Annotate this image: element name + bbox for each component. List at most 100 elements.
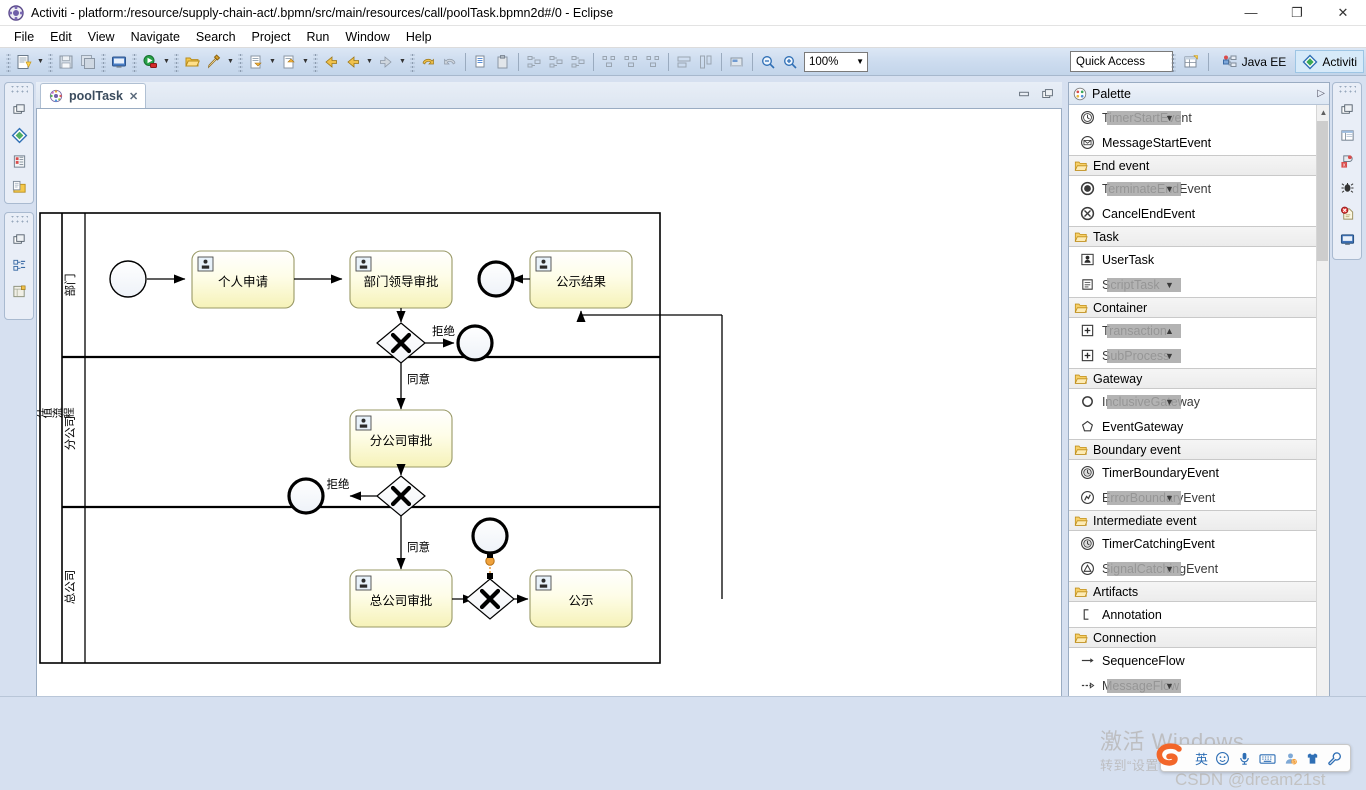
menu-navigate[interactable]: Navigate xyxy=(123,28,188,46)
menu-file[interactable]: File xyxy=(6,28,42,46)
palette-item-timerstartevent[interactable]: TimerStartEvent ▼ xyxy=(1069,105,1329,130)
toolbar-grip-3[interactable] xyxy=(101,52,106,72)
palette-scroll-thumb[interactable] xyxy=(1317,121,1328,261)
palette-category-task[interactable]: Task ◈ xyxy=(1069,226,1329,247)
palette-category-connection[interactable]: Connection ◈ xyxy=(1069,627,1329,648)
palette-item-errorboundaryevent[interactable]: ErrorBoundaryEvent ▼ xyxy=(1069,485,1329,510)
export-image-button[interactable] xyxy=(726,51,748,73)
toolbar-grip-4[interactable] xyxy=(132,52,137,72)
restore-left-top-button[interactable] xyxy=(5,96,33,122)
zoom-out-button[interactable] xyxy=(757,51,779,73)
chevron-down-icon[interactable]: ▼ xyxy=(1165,397,1174,407)
align-center-button[interactable] xyxy=(545,51,567,73)
palette-item-terminateendevent[interactable]: TerminateEndEvent ▼ xyxy=(1069,176,1329,201)
chevron-down-icon[interactable]: ▼ xyxy=(1165,113,1174,123)
fastview-grip-left-bottom[interactable] xyxy=(10,216,28,225)
perspective-activiti[interactable]: Activiti xyxy=(1295,50,1364,73)
chevron-down-icon[interactable]: ▼ xyxy=(1165,280,1174,290)
fastview-console-icon[interactable] xyxy=(1333,226,1361,252)
palette-item-eventgateway[interactable]: EventGateway xyxy=(1069,414,1329,439)
menu-run[interactable]: Run xyxy=(298,28,337,46)
palette-item-timerboundaryevent[interactable]: TimerBoundaryEvent xyxy=(1069,460,1329,485)
undo-button[interactable] xyxy=(417,51,439,73)
chevron-down-icon[interactable]: ▼ xyxy=(1165,564,1174,574)
end-event-selected[interactable] xyxy=(473,519,507,553)
exclusive-gateway-3[interactable] xyxy=(466,579,514,619)
fastview-outline-icon[interactable] xyxy=(5,252,33,278)
forward-history-button[interactable] xyxy=(375,51,397,73)
toolbar-grip-8[interactable] xyxy=(410,52,415,72)
selection-handle-top[interactable] xyxy=(487,552,493,558)
palette-category-intermediate-event[interactable]: Intermediate event ◈ xyxy=(1069,510,1329,531)
chevron-up-icon[interactable]: ▲ xyxy=(1165,326,1174,336)
paste-button[interactable] xyxy=(492,51,514,73)
selection-handle-mid[interactable] xyxy=(486,557,494,565)
fastview-properties-icon[interactable] xyxy=(5,278,33,304)
palette-category-boundary-event[interactable]: Boundary event ◈ xyxy=(1069,439,1329,460)
palette-category-end-event[interactable]: End event ◈ xyxy=(1069,155,1329,176)
palette-category-container[interactable]: Container ◈ xyxy=(1069,297,1329,318)
match-width-button[interactable] xyxy=(673,51,695,73)
end-event-final[interactable] xyxy=(479,262,513,296)
ime-mode-label[interactable]: 英 xyxy=(1195,749,1208,768)
align-right-button[interactable] xyxy=(567,51,589,73)
menu-project[interactable]: Project xyxy=(244,28,299,46)
toolbar-grip-2[interactable] xyxy=(48,52,53,72)
maximize-button[interactable]: ❐ xyxy=(1274,0,1320,26)
copy-button[interactable] xyxy=(470,51,492,73)
task-publish-result[interactable]: 公示结果 xyxy=(530,251,632,308)
palette-expand-icon[interactable]: ▷ xyxy=(1317,88,1325,99)
fastview-outline-view-icon[interactable] xyxy=(1333,122,1361,148)
task-individual-application[interactable]: 个人申请 xyxy=(192,251,294,308)
palette-item-messageflow[interactable]: MessageFlow ▼ xyxy=(1069,673,1329,698)
palette-item-transaction[interactable]: Transaction ▲ xyxy=(1069,318,1329,343)
open-console-button[interactable] xyxy=(108,51,130,73)
fastview-activiti-diagram-icon[interactable] xyxy=(5,122,33,148)
align-bottom-button[interactable] xyxy=(642,51,664,73)
open-perspective-button[interactable] xyxy=(1180,51,1202,73)
fastview-grip-left-top[interactable] xyxy=(10,86,28,95)
editor-minimize-button[interactable] xyxy=(1014,84,1034,103)
toolbar-grip[interactable] xyxy=(6,52,11,72)
user-icon[interactable]: 17 xyxy=(1283,751,1298,766)
palette-category-gateway[interactable]: Gateway ◈ xyxy=(1069,368,1329,389)
microphone-icon[interactable] xyxy=(1237,751,1252,766)
palette-item-messagestartevent[interactable]: MessageStartEvent xyxy=(1069,130,1329,155)
chevron-down-icon[interactable]: ▼ xyxy=(1165,351,1174,361)
palette-category-artifacts[interactable]: Artifacts ◈ xyxy=(1069,581,1329,602)
menu-edit[interactable]: Edit xyxy=(42,28,80,46)
next-annotation-button[interactable] xyxy=(245,51,267,73)
next-annotation-dropdown[interactable]: ▼ xyxy=(267,51,278,73)
editor-tab-pooltask[interactable]: poolTask ✕ xyxy=(40,83,146,108)
palette-item-inclusivegateway[interactable]: InclusiveGateway ▼ xyxy=(1069,389,1329,414)
task-publish[interactable]: 公示 xyxy=(530,570,632,627)
zoom-in-button[interactable] xyxy=(779,51,801,73)
prev-annotation-button[interactable] xyxy=(278,51,300,73)
fastview-servers-icon[interactable] xyxy=(5,148,33,174)
chevron-down-icon[interactable]: ▼ xyxy=(1165,184,1174,194)
wrench-icon[interactable] xyxy=(1327,751,1342,766)
keyboard-icon[interactable] xyxy=(1259,751,1276,766)
menu-view[interactable]: View xyxy=(80,28,123,46)
chevron-down-icon[interactable]: ▼ xyxy=(1165,681,1174,691)
fastview-error-log-icon[interactable] xyxy=(1333,200,1361,226)
fastview-debug-icon[interactable] xyxy=(1333,174,1361,200)
align-top-button[interactable] xyxy=(598,51,620,73)
open-type-button[interactable] xyxy=(181,51,203,73)
redo-button[interactable] xyxy=(439,51,461,73)
toolbar-grip-6[interactable] xyxy=(238,52,243,72)
prev-annotation-dropdown[interactable]: ▼ xyxy=(300,51,311,73)
search-button[interactable] xyxy=(203,51,225,73)
exclusive-gateway-2[interactable] xyxy=(377,476,425,516)
close-button[interactable]: ✕ xyxy=(1320,0,1366,26)
zoom-level-combobox[interactable]: 100% ▼ xyxy=(804,52,868,72)
close-icon[interactable]: ✕ xyxy=(129,90,138,103)
palette-body[interactable]: TimerStartEvent ▼ MessageStartEvent End … xyxy=(1069,105,1329,705)
task-head-office-approval[interactable]: 总公司审批 xyxy=(350,570,452,627)
toolbar-grip-5[interactable] xyxy=(174,52,179,72)
save-button[interactable] xyxy=(55,51,77,73)
back-history-button[interactable] xyxy=(320,51,342,73)
perspective-java-ee[interactable]: Java EE xyxy=(1215,50,1294,73)
match-height-button[interactable] xyxy=(695,51,717,73)
palette-item-subprocess[interactable]: SubProcess ▼ xyxy=(1069,343,1329,368)
